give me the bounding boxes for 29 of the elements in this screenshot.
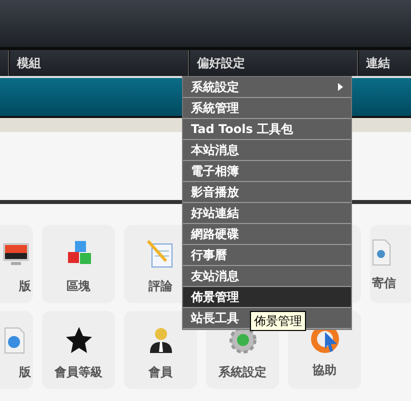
tile[interactable]: 版	[0, 225, 33, 303]
tile-label: 寄信	[372, 275, 396, 292]
tile-label: 會員	[148, 364, 172, 381]
tile-label: 系統設定	[218, 364, 266, 381]
tile[interactable]: 版	[0, 311, 33, 389]
menu-item[interactable]: 系統設定	[183, 77, 351, 98]
tile[interactable]: 寄信	[370, 225, 411, 303]
menu-item[interactable]: 電子相簿	[183, 161, 351, 182]
menu-item[interactable]: 本站消息	[183, 140, 351, 161]
tile-label: 區塊	[66, 278, 90, 295]
tile-label: 版	[19, 278, 31, 295]
tile-label: 會員等級	[54, 364, 102, 381]
tile-label: 協助	[312, 362, 336, 379]
tile[interactable]: 會員等級	[42, 311, 115, 389]
notepad-icon	[146, 239, 176, 269]
tile[interactable]: 區塊	[42, 225, 115, 303]
menu-item[interactable]: 網路硬碟	[183, 224, 351, 245]
menu-item[interactable]: 影音播放	[183, 182, 351, 203]
document-icon	[372, 239, 391, 266]
menu-item[interactable]: 系統管理	[183, 98, 351, 119]
menu-item[interactable]: 佈景管理	[183, 287, 351, 308]
star-icon	[64, 325, 94, 355]
nav-item[interactable]: 連結	[357, 50, 411, 76]
menu-item[interactable]: 好站連結	[183, 203, 351, 224]
tile-label: 版	[19, 364, 31, 381]
tooltip: 佈景管理	[250, 311, 306, 331]
menu-item[interactable]: 行事曆	[183, 245, 351, 266]
tile-label: 評論	[148, 278, 172, 295]
menu-item[interactable]: Tad Tools 工具包	[183, 119, 351, 140]
